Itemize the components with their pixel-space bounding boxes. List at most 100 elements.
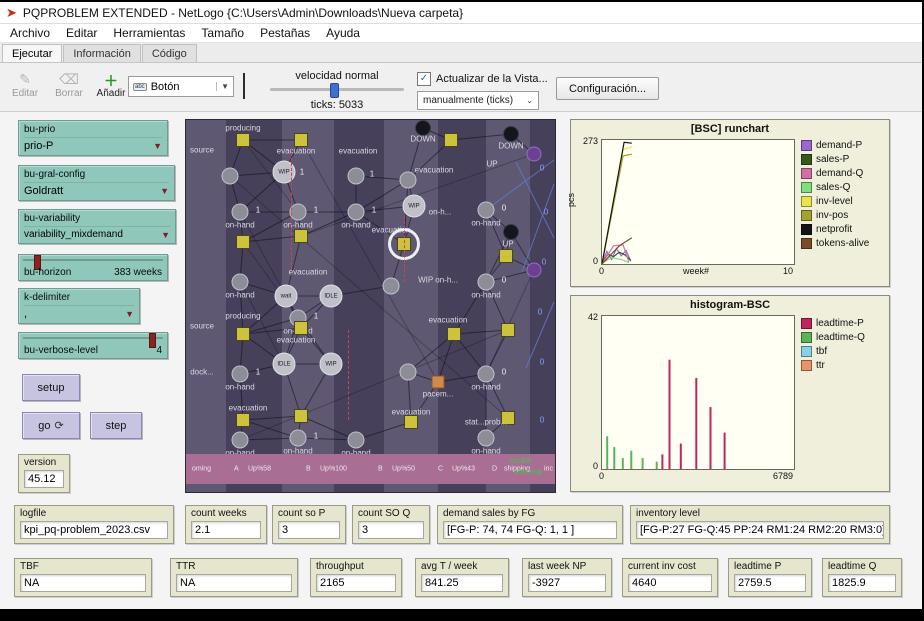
tab-codigo[interactable]: Código — [142, 44, 197, 62]
plus-icon: ＋ — [90, 71, 132, 88]
histogram-bar-leadtime-Q — [622, 458, 624, 469]
world-label: on-hand — [225, 221, 254, 230]
world-label: 0 — [502, 204, 506, 213]
world-agent-circ-icon — [232, 366, 249, 383]
delete-widget-label: Borrar — [55, 88, 83, 99]
histogram-bar-leadtime-Q — [656, 462, 658, 469]
monitor-value: 3 — [358, 521, 424, 539]
slider-label: bu-horizon — [24, 267, 71, 278]
chooser-bu-variability[interactable]: bu-variability variability_mixdemand ▼ — [18, 209, 176, 244]
plot-ylabel: pcs — [566, 193, 576, 207]
monitor-value: 1825.9 — [828, 574, 896, 592]
chooser-bu-prio[interactable]: bu-prio prio-P ▼ — [18, 120, 168, 156]
world-label: UP — [502, 240, 513, 249]
legend-swatch-icon — [801, 332, 812, 343]
world-label: 1 — [256, 368, 260, 377]
histogram-bar-leadtime-P — [710, 407, 712, 469]
world-label: on-h... — [429, 208, 452, 217]
legend-item: sales-Q — [801, 182, 869, 193]
legend-item: sales-P — [801, 154, 869, 165]
legend-label: tokens-alive — [816, 238, 869, 249]
chevron-down-icon: ▼ — [160, 186, 169, 196]
go-button[interactable]: go ⟳ — [22, 412, 80, 439]
menu-ayuda[interactable]: Ayuda — [318, 25, 368, 41]
tab-informacion[interactable]: Información — [63, 44, 140, 62]
histogram-bar-leadtime-Q — [606, 436, 608, 469]
legend-label: demand-P — [816, 140, 862, 151]
plot-series-inv-level — [602, 147, 632, 264]
world-dashed-link — [348, 330, 349, 420]
monitor-value: 4640 — [628, 574, 712, 592]
world-label: 0 — [502, 368, 506, 377]
chevron-down-icon: ▼ — [161, 230, 170, 240]
step-button[interactable]: step — [90, 412, 142, 439]
legend-swatch-icon — [801, 182, 812, 193]
world-station-label: A — [234, 466, 239, 473]
histogram-bar-leadtime-Q — [613, 447, 615, 469]
world-agent-circ-icon — [348, 432, 365, 449]
legend-label: leadtime-Q — [816, 332, 865, 343]
monitor-value: 2759.5 — [734, 574, 806, 592]
monitor-value: [FG-P:27 FG-Q:45 PP:24 RM1:24 RM2:20 RM3… — [636, 521, 884, 539]
world-agent-wip-icon: wait — [275, 285, 298, 308]
legend-item: tokens-alive — [801, 238, 869, 249]
chooser-value: , — [24, 308, 27, 320]
menu-herramientas[interactable]: Herramientas — [105, 25, 193, 41]
chooser-k-delimiter[interactable]: k-delimiter , ▼ — [18, 288, 140, 324]
world-label: 0 — [540, 416, 544, 425]
world-agent-circ-icon — [348, 168, 365, 185]
legend-item: demand-P — [801, 140, 869, 151]
legend-swatch-icon — [801, 168, 812, 179]
world-label: 1 — [314, 206, 318, 215]
add-widget-button[interactable]: ＋ Añadir — [90, 71, 132, 99]
update-mode-dropdown[interactable]: manualmente (ticks) ⌄ — [417, 91, 539, 110]
plot-title: histogram-BSC — [571, 299, 889, 311]
edit-widget-button[interactable]: ✎ Editar — [4, 71, 46, 99]
world-label: evacuation — [277, 336, 316, 345]
menu-bar: Archivo Editar Herramientas Tamaño Pesta… — [0, 24, 922, 43]
plot-title: [BSC] runchart — [571, 123, 889, 135]
world-station-label: oming — [192, 466, 211, 473]
slider-bu-horizon[interactable]: bu-horizon 383 weeks — [18, 254, 168, 281]
menu-tamano[interactable]: Tamaño — [193, 25, 252, 41]
go-label: go — [38, 420, 50, 432]
histogram-bar-leadtime-Q — [630, 451, 632, 469]
view-update-checkbox[interactable]: ✓ Actualizar de la Vista... — [417, 72, 548, 86]
world-label: 1 — [372, 206, 376, 215]
histogram-bar-leadtime-P — [661, 454, 663, 469]
menu-archivo[interactable]: Archivo — [2, 25, 58, 41]
slider-track — [23, 337, 163, 339]
delete-widget-button[interactable]: ⌫ Borrar — [48, 71, 90, 99]
monitor-value: -3927 — [528, 574, 606, 592]
monitor-label: last week NP — [528, 561, 606, 572]
slider-bu-verbose-level[interactable]: bu-verbose-level 4 — [18, 332, 168, 359]
monitor-label: count weeks — [191, 508, 261, 519]
tab-ejecutar[interactable]: Ejecutar — [2, 44, 62, 62]
widget-type-dropdown[interactable]: abc Botón ▼ — [128, 76, 234, 97]
chooser-bu-gral-config[interactable]: bu-gral-config Goldratt ▼ — [18, 165, 175, 201]
legend-label: netprofit — [816, 224, 852, 235]
world-station-strip: omingAUp%58BUp%100BUp%50CUp%43Dshippingi… — [186, 454, 555, 484]
speed-slider-thumb[interactable] — [330, 83, 339, 98]
monitor-label: throughput — [316, 561, 396, 572]
monitor-label: leadtime P — [734, 561, 806, 572]
slider-label: bu-verbose-level — [24, 345, 98, 356]
histogram-bar-leadtime-P — [680, 444, 682, 470]
plot-ymin: 0 — [573, 256, 598, 266]
plot-xlabel: week# — [661, 266, 731, 276]
setup-button[interactable]: setup — [22, 374, 80, 401]
speed-label: velocidad normal — [262, 70, 412, 82]
monitor-value: 2165 — [316, 574, 396, 592]
world-agent-circ-icon — [232, 274, 249, 291]
legend-item: leadtime-Q — [801, 332, 865, 343]
histogram-canvas — [602, 316, 794, 469]
world-agent-purple-icon — [527, 263, 542, 278]
histogram-bar-leadtime-P — [724, 433, 726, 469]
chooser-label: bu-prio — [24, 124, 162, 135]
world-agent-circ-icon — [348, 204, 365, 221]
chooser-value: Goldratt — [24, 185, 63, 197]
menu-pestanas[interactable]: Pestañas — [252, 25, 318, 41]
settings-button[interactable]: Configuración... — [556, 77, 659, 100]
chooser-value: variability_mixdemand — [24, 229, 123, 240]
menu-editar[interactable]: Editar — [58, 25, 105, 41]
